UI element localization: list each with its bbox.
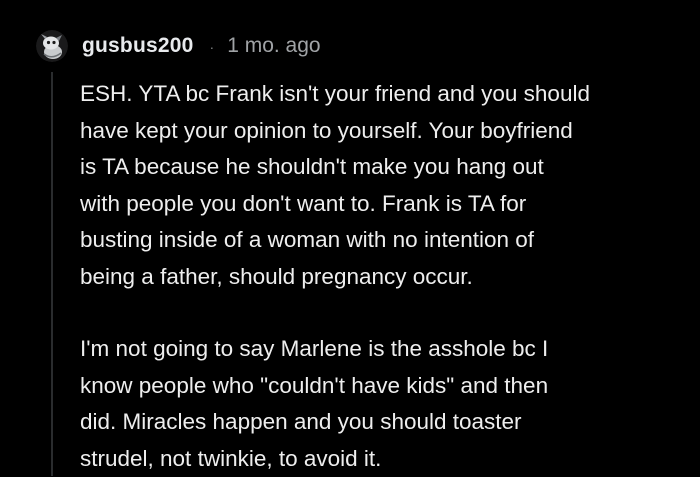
comment-paragraph: ESH. YTA bc Frank isn't your friend and …	[80, 76, 680, 295]
comment-header: gusbus200 · 1 mo. ago	[36, 28, 321, 64]
text-line: did. Miracles happen and you should toas…	[80, 404, 680, 441]
thread-collapse-line[interactable]	[51, 72, 53, 476]
snoo-avatar-icon	[36, 30, 68, 62]
comment-paragraph: I'm not going to say Marlene is the assh…	[80, 331, 680, 477]
author-username[interactable]: gusbus200	[82, 34, 194, 58]
comment-timestamp: 1 mo. ago	[227, 34, 320, 58]
meta-separator: ·	[210, 39, 215, 55]
text-line: ESH. YTA bc Frank isn't your friend and …	[80, 76, 680, 113]
text-line: being a father, should pregnancy occur.	[80, 259, 680, 296]
text-line: with people you don't want to. Frank is …	[80, 186, 680, 223]
text-line: strudel, not twinkie, to avoid it.	[80, 441, 680, 477]
text-line: know people who "couldn't have kids" and…	[80, 368, 680, 405]
comment-body: ESH. YTA bc Frank isn't your friend and …	[80, 76, 680, 477]
comment: gusbus200 · 1 mo. ago ESH. YTA bc Frank …	[0, 0, 700, 476]
avatar[interactable]	[36, 30, 68, 62]
text-line: I'm not going to say Marlene is the assh…	[80, 331, 680, 368]
text-line: have kept your opinion to yourself. Your…	[80, 113, 680, 150]
text-line: busting inside of a woman with no intent…	[80, 222, 680, 259]
text-line: is TA because he shouldn't make you hang…	[80, 149, 680, 186]
